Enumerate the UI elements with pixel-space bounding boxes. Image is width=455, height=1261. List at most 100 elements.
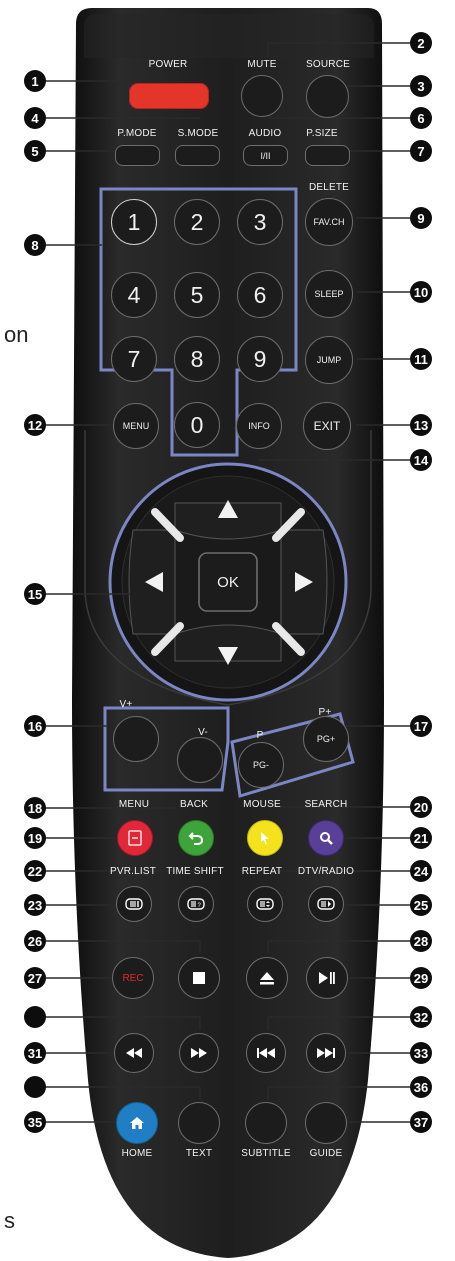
callout-11: 11 <box>410 348 432 370</box>
callout-15: 15 <box>24 583 46 605</box>
info-button[interactable]: INFO <box>236 403 282 449</box>
list-icon <box>125 898 143 910</box>
remote-diagram: on s POWER MUTE SOURCE P.MODE S.MODE AUD… <box>0 0 455 1261</box>
exit-button[interactable]: EXIT <box>303 402 351 450</box>
text-button[interactable] <box>178 1102 220 1144</box>
fast-forward-button[interactable] <box>179 1033 219 1073</box>
nav-down-button[interactable] <box>175 631 281 661</box>
callout-3: 3 <box>410 75 432 97</box>
psize-button[interactable] <box>305 145 350 166</box>
timeshift-label: TIME SHIFT <box>166 866 224 877</box>
play-pause-button[interactable] <box>306 957 348 999</box>
pvrlist-button[interactable] <box>116 886 152 922</box>
repeat-button[interactable] <box>247 886 283 922</box>
rewind-button[interactable] <box>114 1033 154 1073</box>
callout-4: 4 <box>24 107 46 129</box>
callout-20: 20 <box>410 796 432 818</box>
callout-5: 5 <box>24 140 46 162</box>
nav-right-button[interactable] <box>281 530 323 634</box>
callout-7: 7 <box>410 140 432 162</box>
smode-label: S.MODE <box>177 128 219 139</box>
power-label: POWER <box>148 59 188 70</box>
volume-up-button[interactable] <box>113 716 159 762</box>
power-button[interactable] <box>129 83 209 109</box>
callout-37: 37 <box>410 1111 432 1133</box>
stop-icon <box>193 972 205 984</box>
dtvradio-label: DTV/RADIO <box>297 866 355 877</box>
callout-26: 26 <box>24 930 46 952</box>
digit-5-button[interactable]: 5 <box>174 272 220 318</box>
callout-32: 32 <box>410 1006 432 1028</box>
stop-button[interactable] <box>178 957 220 999</box>
callout-19: 19 <box>24 827 46 849</box>
subtitle-button[interactable] <box>245 1102 287 1144</box>
delete-label: DELETE <box>308 182 350 193</box>
home-button[interactable] <box>116 1102 158 1144</box>
digit-2-button[interactable]: 2 <box>174 199 220 245</box>
menu-button[interactable]: MENU <box>113 403 159 449</box>
callout-1: 1 <box>24 70 46 92</box>
eject-button[interactable] <box>246 957 288 999</box>
favch-button[interactable]: FAV.CH <box>305 198 353 246</box>
guide-button[interactable] <box>305 1102 347 1144</box>
dtv-radio-icon <box>317 898 335 910</box>
callout-16: 16 <box>24 715 46 737</box>
digit-8-button[interactable]: 8 <box>174 336 220 382</box>
page-up-button[interactable]: PG+ <box>303 716 349 762</box>
nav-up-button[interactable] <box>175 503 281 533</box>
psize-label: P.SIZE <box>306 128 338 139</box>
home-icon <box>130 1117 144 1129</box>
mute-button[interactable] <box>241 75 283 117</box>
pmode-label: P.MODE <box>117 128 157 139</box>
previous-icon <box>257 1048 275 1058</box>
guide-label: GUIDE <box>309 1148 343 1159</box>
callout-6: 6 <box>410 107 432 129</box>
menu-icon <box>128 830 142 846</box>
pmode-button[interactable] <box>115 145 160 166</box>
sleep-button[interactable]: SLEEP <box>305 270 353 318</box>
callout-17: 17 <box>410 715 432 737</box>
digit-3-button[interactable]: 3 <box>237 199 283 245</box>
smode-button[interactable] <box>175 145 220 166</box>
rec-button[interactable]: REC <box>112 957 154 999</box>
digit-1-button[interactable]: 1 <box>111 199 157 245</box>
yellow-mouse-button[interactable] <box>247 820 283 856</box>
jump-button[interactable]: JUMP <box>305 336 353 384</box>
callout-36: 36 <box>410 1076 432 1098</box>
red-menu-button[interactable] <box>117 820 153 856</box>
green-back-button[interactable] <box>178 820 214 856</box>
cursor-icon <box>261 832 269 845</box>
callout-blank-b <box>24 1076 46 1098</box>
purple-search-button[interactable] <box>308 820 344 856</box>
ok-button[interactable]: OK <box>199 553 257 611</box>
magnifier-icon <box>320 832 333 845</box>
digit-4-button[interactable]: 4 <box>111 272 157 318</box>
edge-text-top: on <box>4 322 29 347</box>
callout-13: 13 <box>410 414 432 436</box>
digit-7-button[interactable]: 7 <box>111 336 157 382</box>
volume-down-button[interactable] <box>177 737 223 783</box>
edge-text-bottom: s <box>4 1208 15 1233</box>
source-button[interactable] <box>306 75 349 118</box>
digit-9-button[interactable]: 9 <box>237 336 283 382</box>
callout-2: 2 <box>410 32 432 54</box>
dtvradio-button[interactable] <box>308 886 344 922</box>
previous-button[interactable] <box>246 1033 286 1073</box>
callout-25: 25 <box>410 894 432 916</box>
page-down-button[interactable]: PG- <box>238 742 284 788</box>
callout-22: 22 <box>24 860 46 882</box>
audio-sub-label: I/II <box>260 150 271 161</box>
repeat-icon <box>256 898 274 910</box>
next-button[interactable] <box>306 1033 346 1073</box>
callout-29: 29 <box>410 967 432 989</box>
vplus-label: V+ <box>119 699 133 710</box>
timeshift-button[interactable]: ? <box>178 886 214 922</box>
digit-6-button[interactable]: 6 <box>237 272 283 318</box>
home-label: HOME <box>121 1148 153 1159</box>
play-pause-icon <box>319 972 335 984</box>
next-icon <box>317 1048 335 1058</box>
callout-12: 12 <box>24 414 46 436</box>
audio-button[interactable]: I/II <box>243 145 288 166</box>
digit-0-button[interactable]: 0 <box>174 402 220 448</box>
nav-left-button[interactable] <box>133 530 175 634</box>
